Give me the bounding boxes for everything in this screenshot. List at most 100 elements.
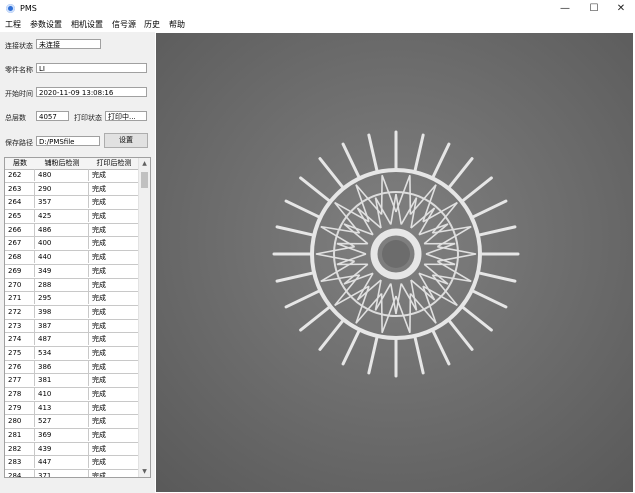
cell-print-check: 完成 [92, 239, 106, 248]
cell-print-check: 完成 [92, 225, 106, 234]
print-status-label: 打印状态 [74, 114, 102, 122]
cell-print-check: 完成 [92, 417, 106, 426]
menu-help[interactable]: 帮助 [169, 19, 185, 30]
table-row[interactable]: 264 357 完成 [5, 196, 139, 211]
close-button[interactable]: ✕ [607, 0, 635, 18]
start-time-field[interactable]: 2020-11-09 13:08:16 [36, 87, 147, 97]
cell-layer: 273 [5, 319, 35, 332]
cell-powder-check: 288 [35, 278, 89, 291]
table-row[interactable]: 279 413 完成 [5, 401, 139, 416]
title-bar: PMS — ☐ ✕ [0, 0, 635, 18]
table-row[interactable]: 282 439 完成 [5, 442, 139, 457]
cell-layer: 281 [5, 429, 35, 442]
col-header-after-powder[interactable]: 铺粉后检测 [35, 158, 89, 169]
cell-layer: 274 [5, 333, 35, 346]
table-row[interactable]: 270 288 完成 [5, 278, 139, 293]
scroll-thumb[interactable] [141, 172, 148, 188]
connection-label: 连接状态 [5, 42, 33, 50]
maximize-button[interactable]: ☐ [580, 0, 608, 18]
table-scrollbar[interactable]: ▲ ▼ [138, 158, 150, 477]
col-header-layer[interactable]: 层数 [5, 158, 35, 169]
cell-print-check: 完成 [92, 253, 106, 262]
part-name-label: 零件名称 [5, 66, 33, 74]
cell-powder-check: 349 [35, 264, 89, 277]
table-row[interactable]: 266 486 完成 [5, 223, 139, 238]
cell-print-check: 完成 [92, 321, 106, 330]
table-row[interactable]: 273 387 完成 [5, 319, 139, 334]
minimize-button[interactable]: — [551, 0, 579, 18]
scroll-up-icon[interactable]: ▲ [139, 158, 150, 169]
connection-field[interactable]: 未连接 [36, 39, 101, 49]
table-row[interactable]: 267 400 完成 [5, 237, 139, 252]
menu-project[interactable]: 工程 [5, 19, 21, 30]
cell-powder-check: 387 [35, 319, 89, 332]
table-row[interactable]: 277 381 完成 [5, 374, 139, 388]
table-row[interactable]: 263 290 完成 [5, 182, 139, 197]
cell-layer: 277 [5, 374, 35, 387]
cell-layer: 264 [5, 196, 35, 209]
cell-print-check: 完成 [92, 348, 106, 357]
cell-powder-check: 398 [35, 305, 89, 318]
table-row[interactable]: 272 398 完成 [5, 305, 139, 320]
total-layers-field[interactable]: 4057 [36, 111, 69, 121]
cell-layer: 284 [5, 470, 35, 477]
cell-powder-check: 425 [35, 210, 89, 223]
cell-print-check: 完成 [92, 458, 106, 467]
part-name-field[interactable]: LI [36, 63, 147, 73]
cell-powder-check: 369 [35, 429, 89, 442]
table-row[interactable]: 268 440 完成 [5, 251, 139, 265]
table-row[interactable]: 283 447 完成 [5, 456, 139, 471]
start-time-label: 开始时间 [5, 90, 33, 98]
table-row[interactable]: 271 295 完成 [5, 292, 139, 306]
cell-print-check: 完成 [92, 212, 106, 221]
cell-powder-check: 381 [35, 374, 89, 387]
cell-powder-check: 413 [35, 401, 89, 414]
cell-layer: 282 [5, 442, 35, 455]
cell-powder-check: 371 [35, 470, 89, 477]
cell-layer: 265 [5, 210, 35, 223]
total-layers-label: 总层数 [5, 114, 26, 122]
table-row[interactable]: 275 534 完成 [5, 346, 139, 361]
print-status-field[interactable]: 打印中... [105, 111, 147, 121]
cell-print-check: 完成 [92, 280, 106, 289]
app-icon [6, 4, 15, 13]
col-header-after-print[interactable]: 打印后检测 [89, 158, 139, 169]
menu-signal-source[interactable]: 信号源 [112, 19, 136, 30]
table-row[interactable]: 280 527 完成 [5, 415, 139, 430]
cell-layer: 276 [5, 360, 35, 373]
cell-powder-check: 386 [35, 360, 89, 373]
cell-print-check: 完成 [92, 472, 106, 478]
table-row[interactable]: 269 349 完成 [5, 264, 139, 279]
menu-camera[interactable]: 相机设置 [71, 19, 103, 30]
table-row[interactable]: 276 386 完成 [5, 360, 139, 375]
cell-layer: 266 [5, 223, 35, 236]
cell-layer: 263 [5, 182, 35, 195]
table-row[interactable]: 265 425 完成 [5, 210, 139, 224]
cell-layer: 268 [5, 251, 35, 264]
table-row[interactable]: 262 480 完成 [5, 169, 139, 183]
settings-button[interactable]: 设置 [104, 133, 148, 148]
scroll-down-icon[interactable]: ▼ [139, 466, 150, 477]
cell-powder-check: 534 [35, 346, 89, 359]
cell-print-check: 完成 [92, 376, 106, 385]
cell-layer: 262 [5, 169, 35, 181]
cell-print-check: 完成 [92, 431, 106, 440]
table-row[interactable]: 284 371 完成 [5, 470, 139, 478]
window-title: PMS [20, 4, 37, 13]
cell-layer: 269 [5, 264, 35, 277]
cell-layer: 280 [5, 415, 35, 428]
cell-layer: 283 [5, 456, 35, 469]
save-path-field[interactable]: D:/PMSfile [36, 136, 100, 146]
cell-powder-check: 357 [35, 196, 89, 209]
cell-print-check: 完成 [92, 294, 106, 303]
cell-layer: 270 [5, 278, 35, 291]
cell-layer: 279 [5, 401, 35, 414]
cell-powder-check: 440 [35, 251, 89, 264]
menu-parameters[interactable]: 参数设置 [30, 19, 62, 30]
menu-history[interactable]: 历史 [144, 19, 160, 30]
cell-powder-check: 487 [35, 333, 89, 346]
table-row[interactable]: 274 487 完成 [5, 333, 139, 347]
cell-print-check: 完成 [92, 390, 106, 398]
table-row[interactable]: 278 410 完成 [5, 388, 139, 402]
table-row[interactable]: 281 369 完成 [5, 429, 139, 443]
